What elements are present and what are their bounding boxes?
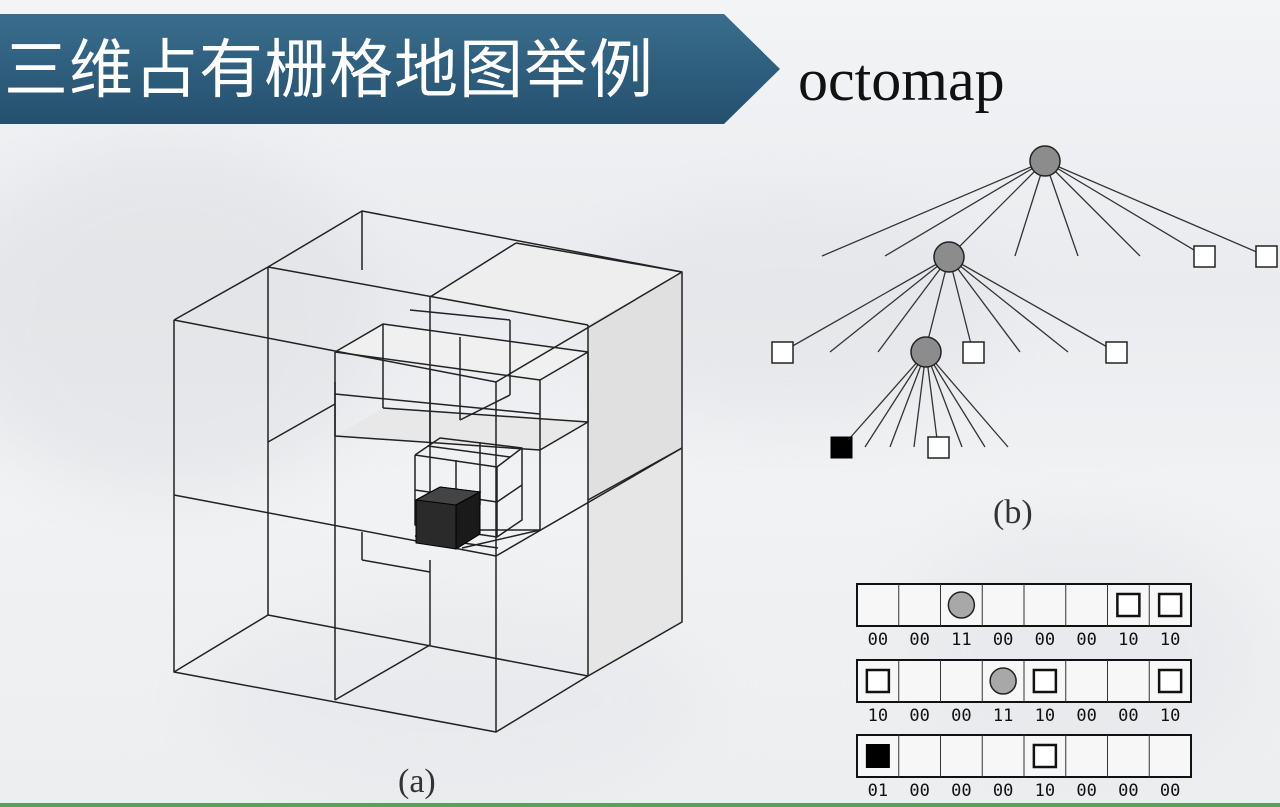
bit-code-label: 00	[1076, 630, 1096, 650]
inner-node-symbol	[947, 591, 976, 619]
bit-code-label: 01	[868, 781, 888, 801]
bit-row: 10 00 00 11 10 00 00 10	[856, 659, 1192, 726]
free-node-symbol	[1032, 743, 1058, 769]
bit-code-label: 10	[1160, 706, 1180, 726]
free-node-symbol	[1116, 592, 1141, 618]
bit-code-label: 00	[1035, 630, 1055, 650]
bit-code-label: 00	[1076, 781, 1096, 801]
bit-code-label: 00	[1118, 706, 1138, 726]
bit-code-label: 00	[993, 781, 1013, 801]
bit-stream-figure: 00 00 11 00 00 00 10 1010 00 00 11 10 00 00 1001 00 00 00…	[856, 583, 1192, 801]
bit-code-label: 00	[909, 706, 929, 726]
bit-code-label: 11	[951, 630, 971, 650]
bit-code-label: 00	[951, 706, 971, 726]
bit-code-label: 10	[1160, 630, 1180, 650]
bit-code-label: 00	[993, 630, 1013, 650]
bit-code-label: 10	[1118, 630, 1138, 650]
bit-row: 00 00 11 00 00 00 10 10	[856, 583, 1192, 650]
bit-row: 01 00 00 00 10 00 00 00	[856, 734, 1192, 801]
free-node-symbol	[1032, 668, 1058, 694]
free-node-symbol	[1157, 592, 1183, 618]
free-node-symbol	[1157, 668, 1183, 694]
inner-node-symbol	[989, 667, 1017, 695]
bit-code-label: 00	[1076, 706, 1096, 726]
bit-code-label: 11	[993, 706, 1013, 726]
bit-code-label: 00	[909, 781, 929, 801]
bit-code-label: 00	[951, 781, 971, 801]
bottom-accent-line	[0, 803, 1280, 807]
bit-code-label: 10	[1035, 706, 1055, 726]
bit-code-label: 00	[1118, 781, 1138, 801]
bit-code-label: 10	[868, 706, 888, 726]
bit-code-label: 10	[1035, 781, 1055, 801]
bit-code-label: 00	[909, 630, 929, 650]
bit-code-label: 00	[868, 630, 888, 650]
occupied-node-symbol	[865, 744, 890, 768]
bit-code-label: 00	[1160, 781, 1180, 801]
free-node-symbol	[865, 668, 891, 694]
